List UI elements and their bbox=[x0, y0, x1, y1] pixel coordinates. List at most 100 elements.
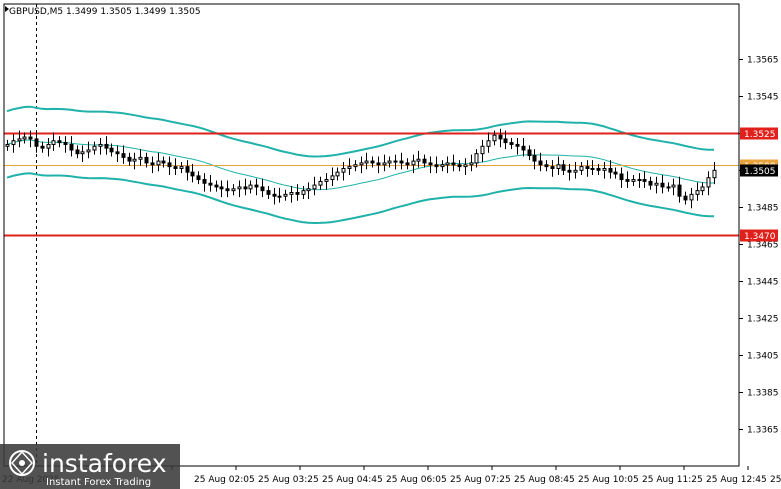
candle-body bbox=[92, 145, 97, 151]
candle-body bbox=[115, 151, 120, 155]
candle-body bbox=[260, 186, 265, 192]
watermark-tagline: Instant Forex Trading bbox=[46, 477, 151, 488]
candle-body bbox=[382, 162, 387, 166]
candle-body bbox=[272, 193, 277, 197]
candle-body bbox=[11, 140, 16, 145]
candle-body bbox=[654, 182, 659, 186]
candle-body bbox=[289, 191, 294, 195]
candle-body bbox=[231, 188, 236, 192]
candle-body bbox=[22, 136, 27, 140]
candle-body bbox=[387, 160, 392, 164]
y-tick-label: 1.3485 bbox=[747, 204, 779, 214]
candle-body bbox=[104, 143, 109, 149]
candle-body bbox=[399, 160, 404, 164]
candle-body bbox=[445, 162, 450, 166]
candle-body bbox=[254, 184, 259, 188]
candle-body bbox=[416, 158, 421, 162]
candle-body bbox=[411, 160, 416, 166]
candle-body bbox=[451, 162, 456, 166]
candle-body bbox=[631, 179, 636, 182]
x-tick-label: 25 Aug 12:45 bbox=[706, 475, 767, 485]
watermark-brand: instaforex bbox=[42, 449, 167, 478]
candle-body bbox=[660, 182, 665, 188]
candle-body bbox=[69, 143, 74, 151]
candle-body bbox=[364, 160, 369, 164]
candle-body bbox=[637, 179, 642, 182]
current-price-tag: 1.3505 bbox=[740, 164, 778, 177]
candle-body bbox=[109, 147, 114, 153]
candle-body bbox=[428, 162, 433, 166]
candle-body bbox=[330, 175, 335, 181]
candle-body bbox=[301, 190, 306, 195]
candle-body bbox=[312, 184, 317, 190]
candle-body bbox=[86, 149, 91, 153]
x-tick-label: 25 Aug 08:45 bbox=[514, 475, 575, 485]
candle-body bbox=[80, 151, 85, 155]
candle-body bbox=[521, 145, 526, 151]
candle-body bbox=[318, 180, 323, 186]
candle-body bbox=[28, 136, 33, 140]
candle-body bbox=[700, 186, 705, 192]
candle-body bbox=[173, 166, 178, 169]
candle-body bbox=[677, 184, 682, 197]
chart: 1.35651.35451.35251.35051.34851.34651.34… bbox=[0, 0, 781, 489]
candle-body bbox=[596, 167, 601, 171]
candle-body bbox=[486, 140, 491, 147]
candle-body bbox=[706, 177, 711, 188]
candle-body bbox=[167, 162, 172, 168]
y-tick-label: 1.3465 bbox=[747, 241, 779, 251]
candle-body bbox=[243, 186, 248, 190]
candle-body bbox=[370, 160, 375, 164]
candle-body bbox=[34, 138, 39, 147]
candle-body bbox=[63, 142, 68, 145]
x-tick-label: 25 Aug 04:45 bbox=[322, 475, 383, 485]
x-tick-label: 25 Aug 07:25 bbox=[450, 475, 511, 485]
candle-body bbox=[359, 162, 364, 166]
candle-body bbox=[295, 191, 300, 195]
candle-body bbox=[121, 153, 126, 158]
candle-body bbox=[556, 164, 561, 169]
candle-body bbox=[335, 171, 340, 177]
x-tick-label: 25 Aug 10:05 bbox=[578, 475, 639, 485]
level-price-tag: 1.3525 bbox=[740, 127, 778, 140]
candle-body bbox=[457, 164, 462, 168]
candle-body bbox=[434, 164, 439, 168]
candle-body bbox=[515, 143, 520, 147]
candle-body bbox=[138, 156, 143, 160]
candle-body bbox=[480, 145, 485, 155]
candle-body bbox=[503, 138, 508, 144]
candle-body bbox=[40, 145, 45, 149]
candle-body bbox=[57, 140, 62, 144]
candle-body bbox=[75, 149, 80, 155]
candle-body bbox=[51, 140, 56, 145]
x-tick-label: 25 Aug 02:05 bbox=[194, 475, 255, 485]
candle-body bbox=[237, 186, 242, 190]
candle-body bbox=[608, 167, 613, 173]
chart-canvas: 1.35651.35451.35251.35051.34851.34651.34… bbox=[0, 0, 781, 489]
candle-body bbox=[463, 164, 468, 168]
y-tick-label: 1.3565 bbox=[747, 56, 779, 66]
y-tick-label: 1.3445 bbox=[747, 278, 779, 288]
candle-body bbox=[266, 190, 271, 195]
instaforex-watermark: instaforex Instant Forex Trading bbox=[0, 444, 180, 489]
candle-body bbox=[422, 158, 427, 164]
candle-body bbox=[185, 166, 190, 173]
candle-body bbox=[474, 153, 479, 164]
candle-body bbox=[196, 175, 201, 181]
candle-body bbox=[712, 169, 717, 179]
candle-body bbox=[573, 169, 578, 173]
level-tag-label: 1.3470 bbox=[744, 232, 776, 242]
candle-body bbox=[671, 184, 676, 188]
candle-body bbox=[602, 167, 607, 171]
candle-body bbox=[579, 166, 584, 171]
candle-body bbox=[538, 160, 543, 166]
candle-body bbox=[202, 179, 207, 184]
candle-body bbox=[190, 171, 195, 177]
candle-body bbox=[666, 186, 671, 189]
y-tick-label: 1.3405 bbox=[747, 352, 779, 362]
x-tick-label: 25 Aug 14:05 bbox=[770, 475, 781, 485]
chart-background bbox=[0, 0, 781, 489]
candle-body bbox=[161, 160, 166, 164]
candle-body bbox=[567, 169, 572, 173]
candle-body bbox=[648, 180, 653, 186]
